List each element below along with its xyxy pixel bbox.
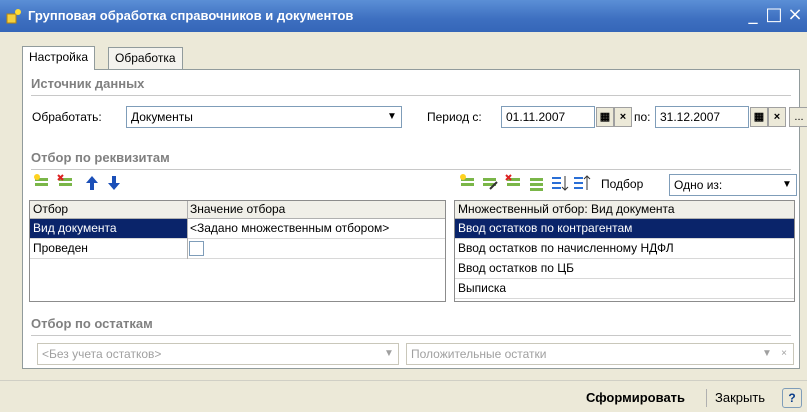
- chevron-down-icon[interactable]: ▼: [381, 344, 397, 364]
- column-header-value[interactable]: Значение отбора: [187, 201, 445, 219]
- multi-filter-grid: Множественный отбор: Вид документа Ввод …: [454, 200, 795, 302]
- table-row-name[interactable]: Проведен: [30, 239, 187, 259]
- table-row-value[interactable]: [187, 239, 445, 259]
- window-title: Групповая обработка справочников и докум…: [28, 8, 354, 23]
- maximize-button[interactable]: □: [763, 5, 785, 27]
- footer: Сформировать Закрыть ?: [0, 380, 807, 412]
- posted-checkbox[interactable]: [189, 241, 204, 256]
- settings-panel: Источник данных Обработать: Документы ▼ …: [22, 69, 807, 369]
- column-divider: [187, 201, 188, 259]
- chevron-down-icon[interactable]: ▼: [779, 175, 795, 195]
- generate-button[interactable]: Сформировать: [586, 390, 685, 405]
- delete-row-icon[interactable]: [57, 174, 75, 192]
- clear-all-icon[interactable]: [528, 174, 546, 192]
- table-row-name[interactable]: Вид документа: [30, 219, 187, 239]
- close-form-button[interactable]: Закрыть: [715, 390, 765, 405]
- divider: [31, 169, 791, 170]
- balance-type-select[interactable]: Положительные остатки ▼ ×: [406, 343, 794, 365]
- calendar-icon[interactable]: ▦: [596, 107, 614, 127]
- pick-button[interactable]: Подбор: [601, 177, 643, 191]
- list-item[interactable]: Ввод остатков по начисленному НДФЛ: [455, 239, 794, 259]
- clear-icon[interactable]: ×: [776, 344, 792, 364]
- list-item[interactable]: Ввод остатков по контрагентам: [455, 219, 794, 239]
- delete-row-icon[interactable]: [505, 174, 523, 192]
- process-value: Документы: [131, 110, 193, 124]
- arrow-down-icon[interactable]: [105, 174, 123, 192]
- tab-processing[interactable]: Обработка: [108, 47, 183, 69]
- chevron-down-icon[interactable]: ▼: [384, 107, 400, 127]
- filter-section-title: Отбор по реквизитам: [31, 150, 170, 165]
- source-section-title: Источник данных: [31, 76, 145, 91]
- balance-mode-select[interactable]: <Без учета остатков> ▼: [37, 343, 399, 365]
- balance-mode-value: <Без учета остатков>: [42, 347, 162, 361]
- process-label: Обработать:: [32, 110, 102, 124]
- close-button[interactable]: ×: [784, 5, 806, 27]
- filter-mode-value: Одно из:: [674, 178, 723, 192]
- period-to-label: по:: [634, 110, 651, 124]
- tab-settings[interactable]: Настройка: [22, 46, 96, 70]
- list-item[interactable]: Ввод остатков по ЦБ: [455, 259, 794, 279]
- period-from-field[interactable]: 01.11.2007: [501, 106, 595, 128]
- clear-icon[interactable]: ×: [768, 107, 786, 127]
- period-from-label: Период с:: [427, 110, 482, 124]
- help-button[interactable]: ?: [782, 388, 802, 408]
- divider: [706, 389, 707, 407]
- column-header-doc-type[interactable]: Множественный отбор: Вид документа: [455, 201, 794, 219]
- sort-ascending-icon[interactable]: [551, 174, 569, 192]
- balances-section-title: Отбор по остаткам: [31, 316, 153, 331]
- table-row-value[interactable]: <Задано множественным отбором>: [187, 219, 445, 239]
- minimize-button[interactable]: _: [742, 5, 764, 27]
- arrow-up-icon[interactable]: [83, 174, 101, 192]
- title-bar: Групповая обработка справочников и докум…: [0, 0, 807, 32]
- balance-type-value: Положительные остатки: [411, 347, 547, 361]
- list-item[interactable]: Выписка: [455, 279, 794, 299]
- edit-row-icon[interactable]: [481, 174, 499, 192]
- chevron-down-icon[interactable]: ▼: [759, 344, 775, 364]
- add-row-icon[interactable]: [33, 174, 51, 192]
- period-to-field[interactable]: 31.12.2007: [655, 106, 749, 128]
- period-select-button[interactable]: ...: [789, 107, 807, 127]
- process-select[interactable]: Документы ▼: [126, 106, 402, 128]
- filter-mode-select[interactable]: Одно из: ▼: [669, 174, 797, 196]
- sort-descending-icon[interactable]: [573, 174, 591, 192]
- app-icon: [6, 9, 21, 24]
- divider: [31, 335, 791, 336]
- clear-icon[interactable]: ×: [614, 107, 632, 127]
- filter-grid: Отбор Значение отбора Вид документа <Зад…: [29, 200, 446, 302]
- calendar-icon[interactable]: ▦: [750, 107, 768, 127]
- add-row-icon[interactable]: [459, 174, 477, 192]
- column-header-filter[interactable]: Отбор: [30, 201, 187, 219]
- divider: [31, 95, 791, 96]
